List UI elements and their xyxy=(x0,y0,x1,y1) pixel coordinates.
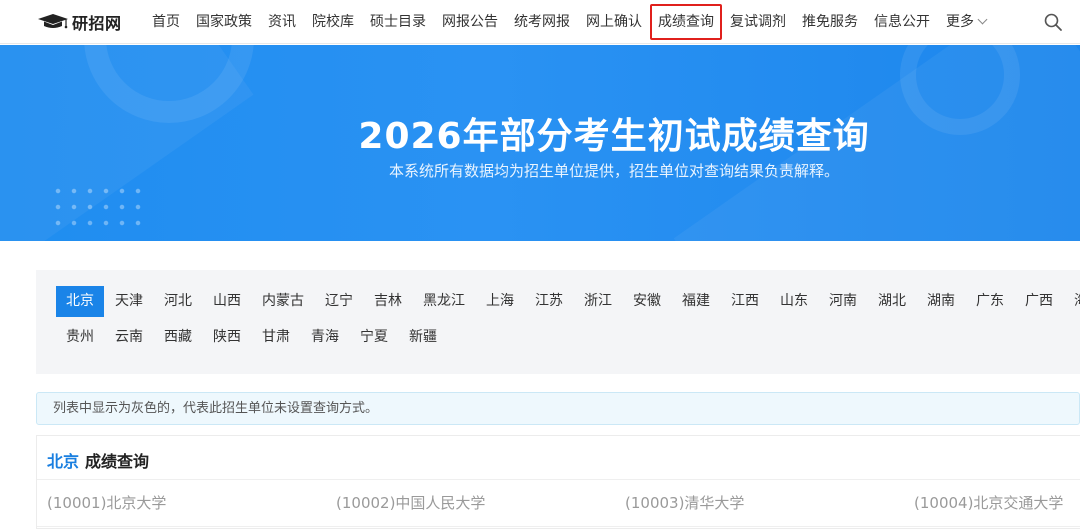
province-tab-liaoning[interactable]: 辽宁 xyxy=(315,286,363,317)
nav-item-exam-registration[interactable]: 统考网报 xyxy=(506,0,578,44)
nav-item-retest-adjustment[interactable]: 复试调剂 xyxy=(722,0,794,44)
province-tab-ningxia[interactable]: 宁夏 xyxy=(350,322,398,353)
list-heading-title: 成绩查询 xyxy=(85,452,150,471)
province-tab-qinghai[interactable]: 青海 xyxy=(301,322,349,353)
banner-decoration-dots xyxy=(50,183,145,231)
banner-subtitle: 本系统所有数据均为招生单位提供，招生单位对查询结果负责解释。 xyxy=(388,162,839,180)
province-tab-hunan[interactable]: 湖南 xyxy=(917,286,965,317)
top-navigation-bar: 研招网 首页 国家政策 资讯 院校库 硕士目录 网报公告 统考网报 网上确认 成… xyxy=(0,0,1080,44)
nav-item-more[interactable]: 更多 xyxy=(938,0,994,44)
gray-items-notice: 列表中显示为灰色的，代表此招生单位未设置查询方式。 xyxy=(36,392,1080,425)
province-tab-jiangsu[interactable]: 江苏 xyxy=(525,286,573,317)
university-item-tsinghua-university[interactable]: (10003)清华大学 xyxy=(625,492,744,513)
nav-item-online-confirmation[interactable]: 网上确认 xyxy=(578,0,650,44)
nav-item-home[interactable]: 首页 xyxy=(144,0,188,44)
chevron-down-icon xyxy=(977,14,988,25)
province-tab-jilin[interactable]: 吉林 xyxy=(364,286,412,317)
divider xyxy=(37,526,1080,527)
province-tab-zhejiang[interactable]: 浙江 xyxy=(574,286,622,317)
province-tab-hainan[interactable]: 海南 xyxy=(1064,286,1080,317)
province-tab-yunnan[interactable]: 云南 xyxy=(105,322,153,353)
province-tab-beijing[interactable]: 北京 xyxy=(56,286,104,317)
site-logo[interactable]: 研招网 xyxy=(36,10,122,34)
nav-item-news[interactable]: 资讯 xyxy=(260,0,304,44)
province-tab-shanghai[interactable]: 上海 xyxy=(476,286,524,317)
province-tab-inner-mongolia[interactable]: 内蒙古 xyxy=(252,286,314,317)
province-tab-tibet[interactable]: 西藏 xyxy=(154,322,202,353)
province-tab-xinjiang[interactable]: 新疆 xyxy=(399,322,447,353)
banner-title: 2026年部分考生初试成绩查询 xyxy=(358,116,870,157)
nav-item-school-database[interactable]: 院校库 xyxy=(304,0,362,44)
list-heading-region: 北京 xyxy=(47,452,80,471)
nav-item-recommendation-service[interactable]: 推免服务 xyxy=(794,0,866,44)
score-inquiry-banner: 2026年部分考生初试成绩查询 本系统所有数据均为招生单位提供，招生单位对查询结… xyxy=(0,45,1080,241)
nav-item-registration-notice[interactable]: 网报公告 xyxy=(434,0,506,44)
province-tab-shaanxi[interactable]: 陕西 xyxy=(203,322,251,353)
province-tab-anhui[interactable]: 安徽 xyxy=(623,286,671,317)
province-tab-guangdong[interactable]: 广东 xyxy=(966,286,1014,317)
province-tab-guizhou[interactable]: 贵州 xyxy=(56,322,104,353)
university-row: (10001)北京大学 (10002)中国人民大学 (10003)清华大学 (1… xyxy=(47,492,1080,514)
search-icon[interactable] xyxy=(1043,12,1063,32)
nav-item-national-policy[interactable]: 国家政策 xyxy=(188,0,260,44)
university-item-beijing-jiaotong-university[interactable]: (10004)北京交通大学 xyxy=(914,492,1063,513)
province-selector: 北京 天津 河北 山西 内蒙古 辽宁 吉林 黑龙江 上海 江苏 浙江 安徽 福建… xyxy=(36,270,1080,374)
list-heading: 北京 成绩查询 xyxy=(47,448,149,472)
graduation-cap-icon xyxy=(38,14,68,29)
province-tab-guangxi[interactable]: 广西 xyxy=(1015,286,1063,317)
nav-menu: 首页 国家政策 资讯 院校库 硕士目录 网报公告 统考网报 网上确认 成绩查询 … xyxy=(144,0,994,44)
score-inquiry-list: 北京 成绩查询 (10001)北京大学 (10002)中国人民大学 (10003)… xyxy=(36,435,1080,529)
province-tab-shandong[interactable]: 山东 xyxy=(770,286,818,317)
divider xyxy=(37,479,1080,480)
province-tab-jiangxi[interactable]: 江西 xyxy=(721,286,769,317)
logo-text: 研招网 xyxy=(72,14,122,33)
province-row: 北京 天津 河北 山西 内蒙古 辽宁 吉林 黑龙江 上海 江苏 浙江 安徽 福建… xyxy=(56,286,1080,317)
university-item-peking-university[interactable]: (10001)北京大学 xyxy=(47,492,166,513)
province-tab-fujian[interactable]: 福建 xyxy=(672,286,720,317)
province-tab-hebei[interactable]: 河北 xyxy=(154,286,202,317)
nav-more-label: 更多 xyxy=(946,14,974,30)
province-row: 贵州 云南 西藏 陕西 甘肃 青海 宁夏 新疆 xyxy=(56,322,448,353)
nav-item-score-inquiry[interactable]: 成绩查询 xyxy=(650,0,722,44)
province-tab-tianjin[interactable]: 天津 xyxy=(105,286,153,317)
province-tab-shanxi[interactable]: 山西 xyxy=(203,286,251,317)
province-tab-gansu[interactable]: 甘肃 xyxy=(252,322,300,353)
nav-item-master-catalog[interactable]: 硕士目录 xyxy=(362,0,434,44)
nav-item-information-disclosure[interactable]: 信息公开 xyxy=(866,0,938,44)
university-item-renmin-university[interactable]: (10002)中国人民大学 xyxy=(336,492,485,513)
province-tab-henan[interactable]: 河南 xyxy=(819,286,867,317)
province-tab-heilongjiang[interactable]: 黑龙江 xyxy=(413,286,475,317)
province-tab-hubei[interactable]: 湖北 xyxy=(868,286,916,317)
